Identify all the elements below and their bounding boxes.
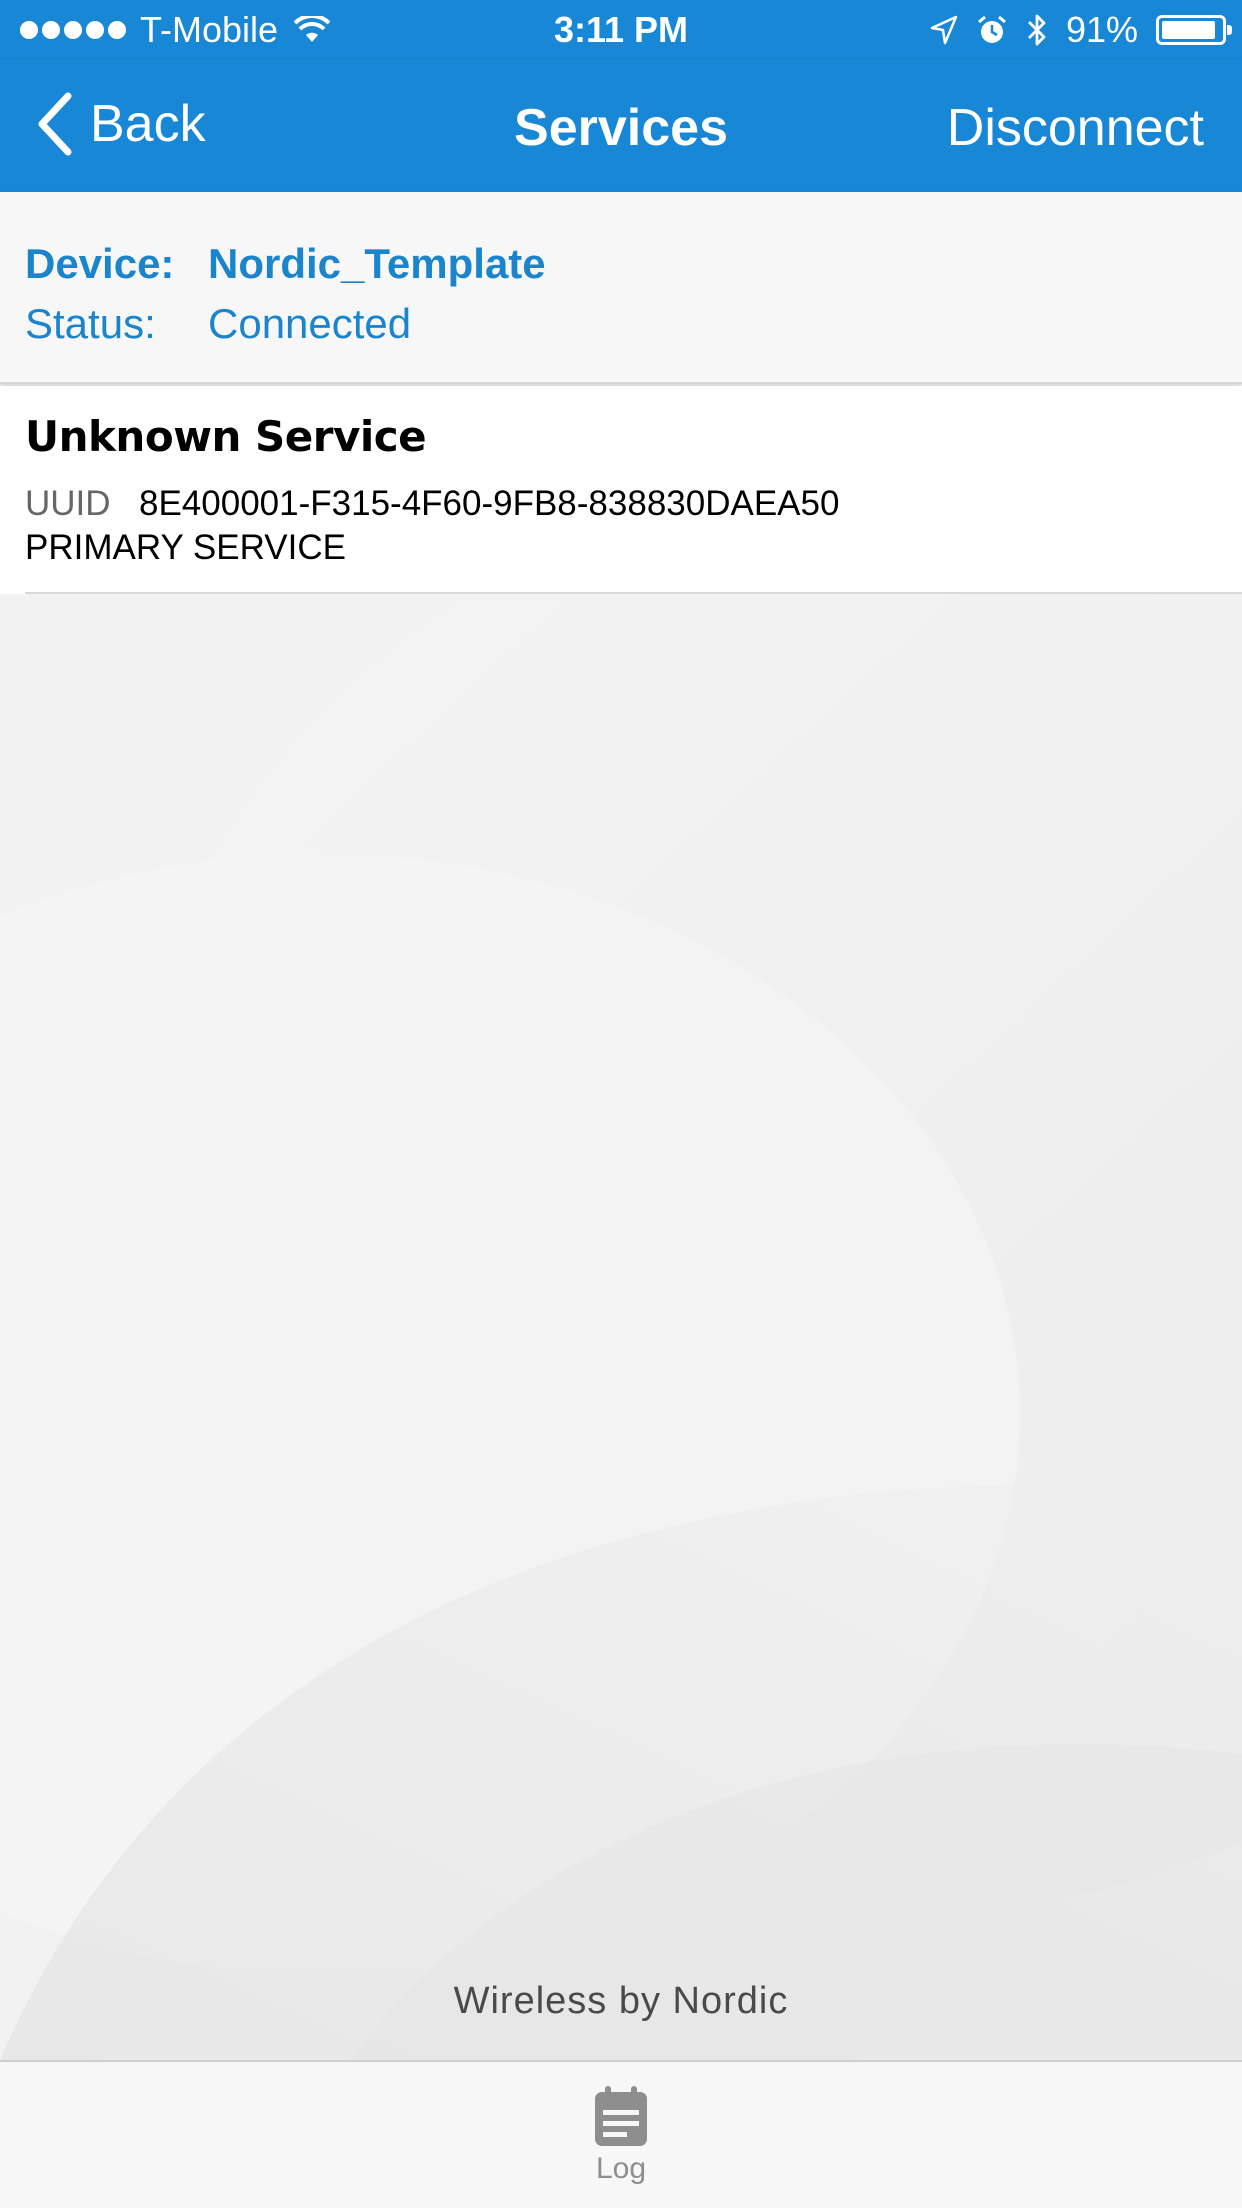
uuid-value: 8E400001-F315-4F60-9FB8-838830DAEA50 [139, 484, 840, 523]
device-info-panel: Device: Nordic_Template Status: Connecte… [0, 192, 1242, 384]
device-name: Nordic_Template [208, 240, 546, 287]
service-type: PRIMARY SERVICE [25, 528, 346, 567]
log-icon [595, 2086, 647, 2146]
connection-status: Connected [208, 300, 412, 347]
tab-bar: Log [0, 2060, 1242, 2208]
status-bar: T-Mobile 3:11 PM 91% [0, 0, 1242, 60]
service-list-item[interactable]: Unknown Service UUID 8E400001-F315-4F60-… [0, 386, 1242, 594]
background-pattern [0, 594, 1242, 2060]
tab-log-label: Log [595, 2152, 647, 2185]
status-row: Status: Connected [25, 300, 411, 348]
back-button-label: Back [90, 95, 206, 153]
device-row: Device: Nordic_Template [25, 240, 546, 288]
navigation-bar: Back Services Disconnect [0, 60, 1242, 192]
status-label: Status: [25, 300, 156, 347]
service-name: Unknown Service [25, 412, 427, 461]
service-uuid-row: UUID 8E400001-F315-4F60-9FB8-838830DAEA5… [25, 484, 839, 524]
battery-percent: 91% [1065, 9, 1138, 50]
uuid-label: UUID [25, 484, 111, 523]
alarm-icon [977, 15, 1006, 43]
battery-fill [1162, 21, 1215, 39]
disconnect-button[interactable]: Disconnect [947, 98, 1204, 158]
device-label: Device: [25, 240, 175, 287]
location-arrow-icon [930, 15, 958, 45]
battery-icon [1156, 15, 1232, 45]
chevron-left-icon [38, 92, 72, 156]
footer-branding: Wireless by Nordic [453, 1980, 789, 2022]
status-right: 91% [930, 9, 1232, 51]
tab-log[interactable]: Log [571, 2084, 671, 2186]
back-button[interactable]: Back [34, 92, 206, 156]
bluetooth-icon [1027, 14, 1046, 46]
